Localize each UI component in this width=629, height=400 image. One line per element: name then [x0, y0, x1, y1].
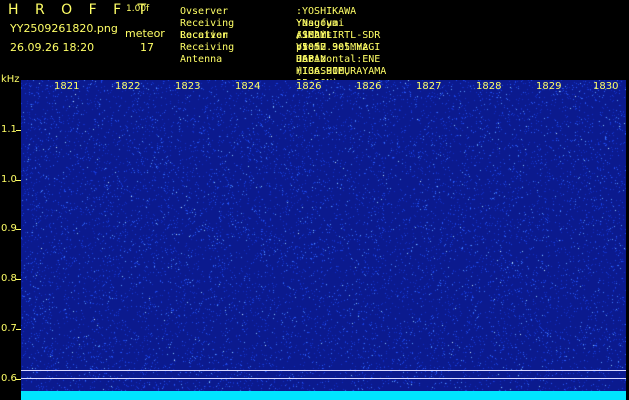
time-tick-label: 1826 [356, 81, 382, 92]
y-tick-mark [16, 130, 21, 131]
time-tick-label: 1823 [175, 81, 201, 92]
time-tick-label: 1830 [593, 81, 619, 92]
info-value: :10mH 3el.YAGI Horizontal:ENE [296, 42, 381, 65]
reference-line-upper [21, 370, 626, 371]
app-version: 1.00f [126, 4, 150, 14]
y-tick-label: 0.8 [1, 273, 17, 284]
spectrogram-noise [21, 80, 626, 400]
info-label: Receiver [180, 30, 229, 41]
spectrogram [21, 80, 626, 400]
reference-line-lower [21, 378, 626, 379]
info-label: Ovserver [180, 6, 229, 17]
time-tick-label: 1827 [416, 81, 442, 92]
time-tick-label: 1828 [476, 81, 502, 92]
meteor-count: 17 [140, 41, 154, 54]
filename: YY2509261820.png [10, 22, 118, 35]
time-tick-label: 1826 [296, 81, 322, 92]
time-tick-label: 1822 [115, 81, 141, 92]
time-tick-label: 1821 [54, 81, 80, 92]
y-tick-label: 0.9 [1, 223, 17, 234]
datetime: 26.09.26 18:20 [10, 41, 95, 54]
info-label: Receiving Antenna [180, 42, 235, 65]
y-tick-mark [16, 329, 21, 330]
y-tick-label: 0.6 [1, 373, 17, 384]
y-tick-mark [16, 180, 21, 181]
y-axis-unit: kHz [1, 74, 20, 85]
y-tick-mark [16, 229, 21, 230]
time-tick-label: 1829 [536, 81, 562, 92]
time-tick-label: 1824 [235, 81, 261, 92]
baseline-signal-band [21, 391, 626, 400]
mode-label: meteor [125, 27, 165, 40]
y-tick-label: 1.0 [1, 174, 17, 185]
y-tick-mark [16, 279, 21, 280]
y-tick-label: 1.1 [1, 124, 17, 135]
y-tick-label: 0.7 [1, 323, 17, 334]
y-tick-mark [16, 379, 21, 380]
